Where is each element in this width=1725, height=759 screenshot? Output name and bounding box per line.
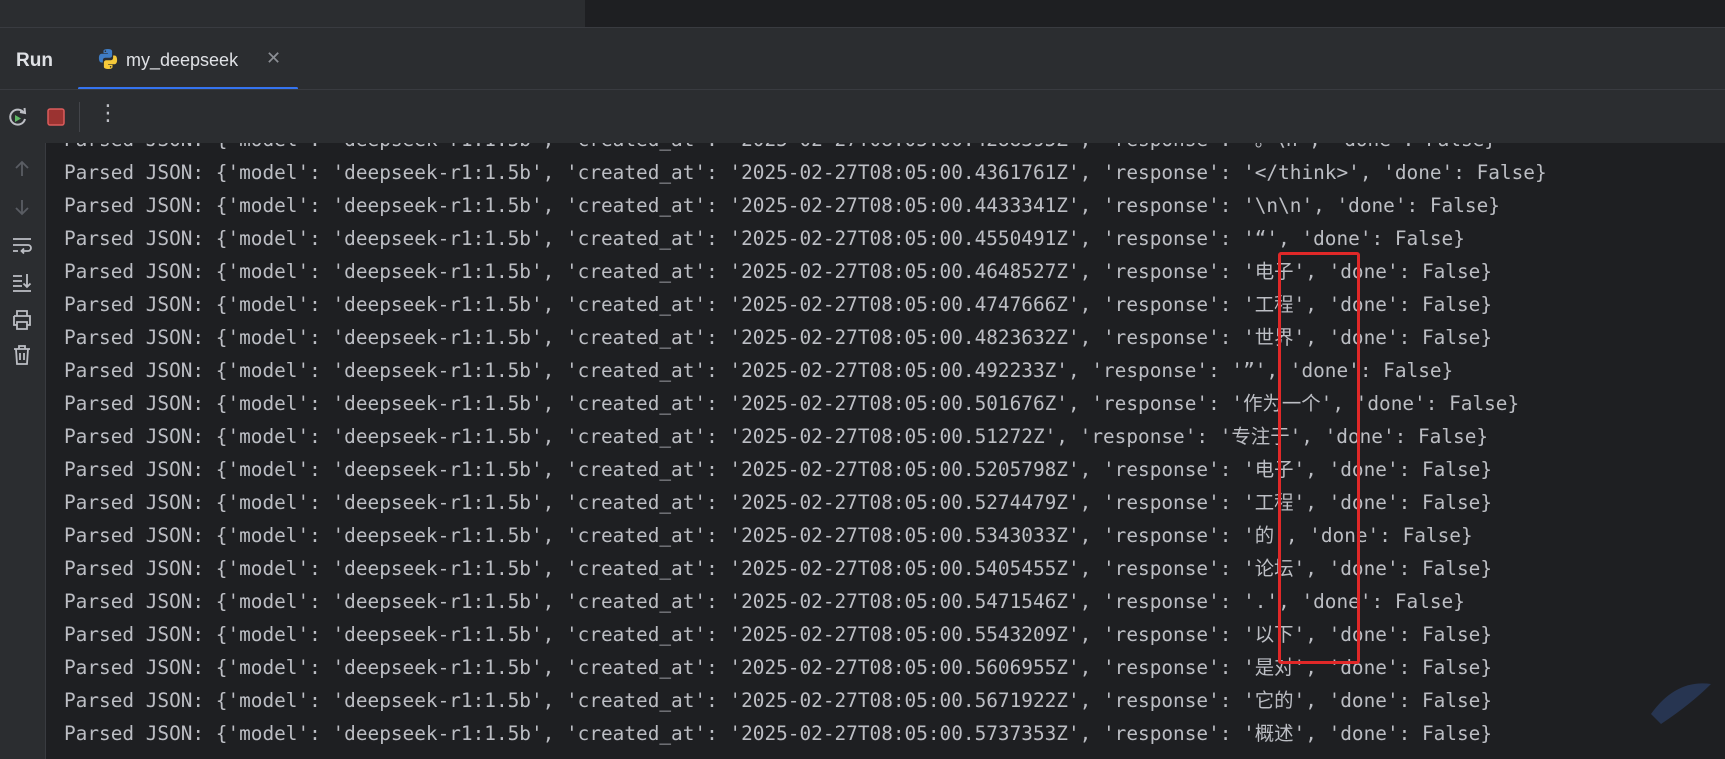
console-line: Parsed JSON: {'model': 'deepseek-r1:1.5b… — [64, 623, 1493, 646]
console-line: Parsed JSON: {'model': 'deepseek-r1:1.5b… — [64, 227, 1465, 250]
console-line: Parsed JSON: {'model': 'deepseek-r1:1.5b… — [64, 689, 1493, 712]
arrow-down-icon[interactable] — [10, 195, 34, 219]
console-line: Parsed JSON: {'model': 'deepseek-r1:1.5b… — [64, 557, 1493, 580]
console-line: Parsed JSON: {'model': 'deepseek-r1:1.5b… — [64, 293, 1493, 316]
console-line: Parsed JSON: {'model': 'deepseek-r1:1.5b… — [64, 326, 1493, 349]
run-toolbar: ⋮ — [0, 89, 1725, 144]
console-line: Parsed JSON: {'model': 'deepseek-r1:1.5b… — [64, 590, 1465, 613]
run-tool-window-header: Run my_deepseek ✕ — [0, 27, 1725, 90]
console-line: Parsed JSON: {'model': 'deepseek-r1:1.5b… — [64, 143, 1547, 156]
console-side-toolbar — [0, 143, 46, 759]
console-lines: Parsed JSON: {'model': 'deepseek-r1:1.5b… — [64, 143, 1547, 750]
console-line: Parsed JSON: {'model': 'deepseek-r1:1.5b… — [64, 260, 1493, 283]
console-line: Parsed JSON: {'model': 'deepseek-r1:1.5b… — [64, 656, 1493, 679]
console-line: Parsed JSON: {'model': 'deepseek-r1:1.5b… — [64, 425, 1489, 448]
console-line: Parsed JSON: {'model': 'deepseek-r1:1.5b… — [64, 392, 1520, 415]
toolbar-separator — [79, 102, 80, 132]
console-line: Parsed JSON: {'model': 'deepseek-r1:1.5b… — [64, 524, 1473, 547]
stop-icon[interactable] — [43, 104, 69, 130]
more-vertical-icon[interactable]: ⋮ — [97, 101, 119, 126]
editor-strip — [0, 0, 585, 28]
top-editor-area — [0, 0, 1725, 28]
watermark-logo — [1651, 683, 1711, 724]
console-line: Parsed JSON: {'model': 'deepseek-r1:1.5b… — [64, 491, 1493, 514]
tab-my-deepseek[interactable]: my_deepseek ✕ — [78, 28, 298, 90]
print-icon[interactable] — [10, 308, 34, 332]
scroll-to-end-icon[interactable] — [10, 270, 34, 294]
console-line: Parsed JSON: {'model': 'deepseek-r1:1.5b… — [64, 722, 1493, 745]
arrow-up-icon[interactable] — [10, 157, 34, 181]
console-line: Parsed JSON: {'model': 'deepseek-r1:1.5b… — [64, 458, 1493, 481]
tool-window-title: Run — [16, 50, 53, 71]
console-line: Parsed JSON: {'model': 'deepseek-r1:1.5b… — [64, 359, 1454, 382]
console-output[interactable]: Parsed JSON: {'model': 'deepseek-r1:1.5b… — [46, 143, 1725, 759]
close-icon[interactable]: ✕ — [266, 48, 281, 69]
console-line: Parsed JSON: {'model': 'deepseek-r1:1.5b… — [64, 194, 1500, 217]
trash-icon[interactable] — [10, 343, 34, 367]
console-line: Parsed JSON: {'model': 'deepseek-r1:1.5b… — [64, 161, 1547, 184]
rerun-icon[interactable] — [5, 104, 31, 130]
python-icon — [98, 49, 118, 69]
soft-wrap-icon[interactable] — [10, 233, 34, 257]
tab-label: my_deepseek — [126, 50, 239, 70]
